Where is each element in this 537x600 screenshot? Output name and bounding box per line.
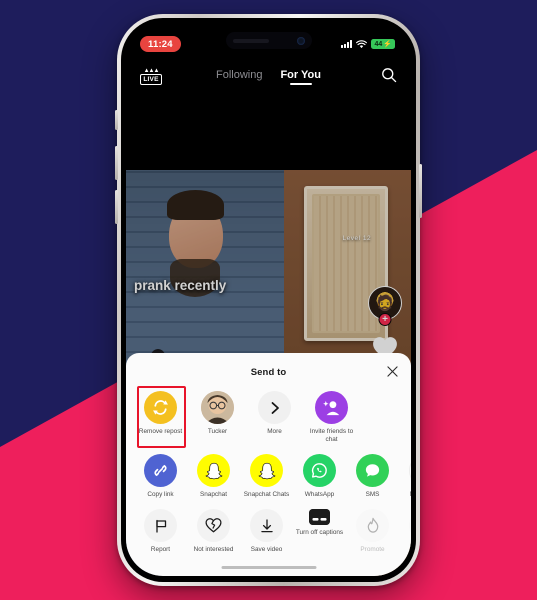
repost-icon (144, 391, 177, 424)
user-avatar-icon (201, 391, 234, 424)
dynamic-island (225, 32, 312, 49)
front-camera (296, 36, 305, 45)
battery-level-label: 44 (374, 40, 383, 48)
share-item-remove-repost[interactable]: Remove repost (134, 386, 187, 448)
status-indicators: 44 ⚡ (340, 39, 395, 49)
charging-bolt-icon: ⚡ (383, 41, 392, 48)
volume-up-button[interactable] (115, 146, 118, 180)
share-item-label: Snapchat (199, 491, 227, 498)
share-item-label: Not interested (193, 546, 234, 553)
sms-icon (356, 454, 389, 487)
snapchat-icon (197, 454, 230, 487)
whatsapp-icon (303, 454, 336, 487)
share-item-not-interested[interactable]: Not interested (187, 509, 240, 554)
flag-icon (144, 509, 177, 542)
share-item-promote: Promote (346, 509, 399, 554)
share-item-label: Snapchat Chats (243, 491, 290, 498)
snapchat-icon (250, 454, 283, 487)
download-icon (250, 509, 283, 542)
phone-device-frame: Level 12 prank recently 🧔 + 11:24 44 ⚡ ▲… (115, 14, 422, 586)
wifi-icon (356, 39, 368, 49)
live-label: LIVE (140, 74, 162, 85)
search-button[interactable] (375, 67, 397, 88)
invite-friends-icon (315, 391, 348, 424)
share-sheet-title: Send to (250, 366, 287, 378)
share-item-turn-off-captions[interactable]: Turn off captions (293, 509, 346, 537)
share-item-tucker[interactable]: Tucker (191, 391, 244, 436)
share-item-sms[interactable]: SMS (346, 454, 399, 499)
share-item-more[interactable]: More (248, 391, 301, 436)
share-item-whatsapp[interactable]: WhatsApp (293, 454, 346, 499)
duet-icon (409, 509, 411, 542)
share-item-label: Promote (360, 546, 385, 553)
share-item-report[interactable]: Report (134, 509, 187, 554)
close-icon (386, 365, 398, 377)
share-item-copy-link[interactable]: Copy link (134, 454, 187, 499)
share-item-invite-friends[interactable]: Invite friends to chat (305, 391, 358, 444)
home-indicator[interactable] (221, 565, 316, 569)
earpiece-speaker (232, 38, 269, 43)
close-button[interactable] (385, 364, 399, 378)
share-item-label: More (267, 428, 282, 435)
share-item-label: Tucker (207, 428, 228, 435)
broken-heart-icon (197, 509, 230, 542)
share-item-save-video[interactable]: Save video (240, 509, 293, 554)
status-time: 11:24 (140, 36, 181, 52)
chevron-right-icon (258, 391, 291, 424)
tiktok-top-nav: ▲▲▲ LIVE Following For You (126, 62, 411, 92)
share-sheet: Send to Remove repost Tucker More Invite… (126, 353, 411, 576)
share-item-label: WhatsApp (304, 491, 335, 498)
share-sheet-header: Send to (126, 363, 411, 381)
share-item-label: Invite friends to chat (309, 428, 354, 443)
share-item-label: Messenger (410, 491, 411, 499)
link-icon (144, 454, 177, 487)
share-item-label: SMS (365, 491, 380, 498)
power-button[interactable] (419, 164, 422, 218)
actions-row: Report Not interested Save video Turn of… (126, 509, 411, 554)
share-item-label: Remove repost (138, 428, 183, 435)
live-button[interactable]: ▲▲▲ LIVE (140, 68, 162, 85)
share-item-label: Save video (250, 546, 283, 553)
captions-icon (309, 509, 330, 525)
feed-tabs: Following For You (162, 69, 375, 85)
phone-bezel: Level 12 prank recently 🧔 + 11:24 44 ⚡ ▲… (121, 18, 416, 582)
tab-following[interactable]: Following (216, 69, 262, 85)
share-apps-row: Copy link Snapchat Snapchat Chats WhatsA… (126, 454, 411, 499)
send-to-row: Remove repost Tucker More Invite friends… (126, 386, 411, 448)
battery-icon: 44 ⚡ (371, 39, 395, 49)
share-item-label: Copy link (147, 491, 174, 498)
silent-switch[interactable] (115, 110, 118, 130)
share-item-duet: Duet (399, 509, 411, 554)
search-icon (381, 67, 397, 88)
share-item-label: Turn off captions (295, 529, 344, 536)
volume-down-button[interactable] (115, 190, 118, 224)
flame-icon (356, 509, 389, 542)
cellular-signal-icon (340, 40, 353, 48)
share-item-label: Report (150, 546, 171, 553)
share-item-snapchat-chats[interactable]: Snapchat Chats (240, 454, 293, 499)
share-item-messenger[interactable]: Messenger (399, 454, 411, 499)
messenger-icon (409, 454, 411, 487)
tab-for-you[interactable]: For You (280, 69, 321, 85)
phone-screen: Level 12 prank recently 🧔 + 11:24 44 ⚡ ▲… (126, 24, 411, 576)
share-item-snapchat[interactable]: Snapchat (187, 454, 240, 499)
